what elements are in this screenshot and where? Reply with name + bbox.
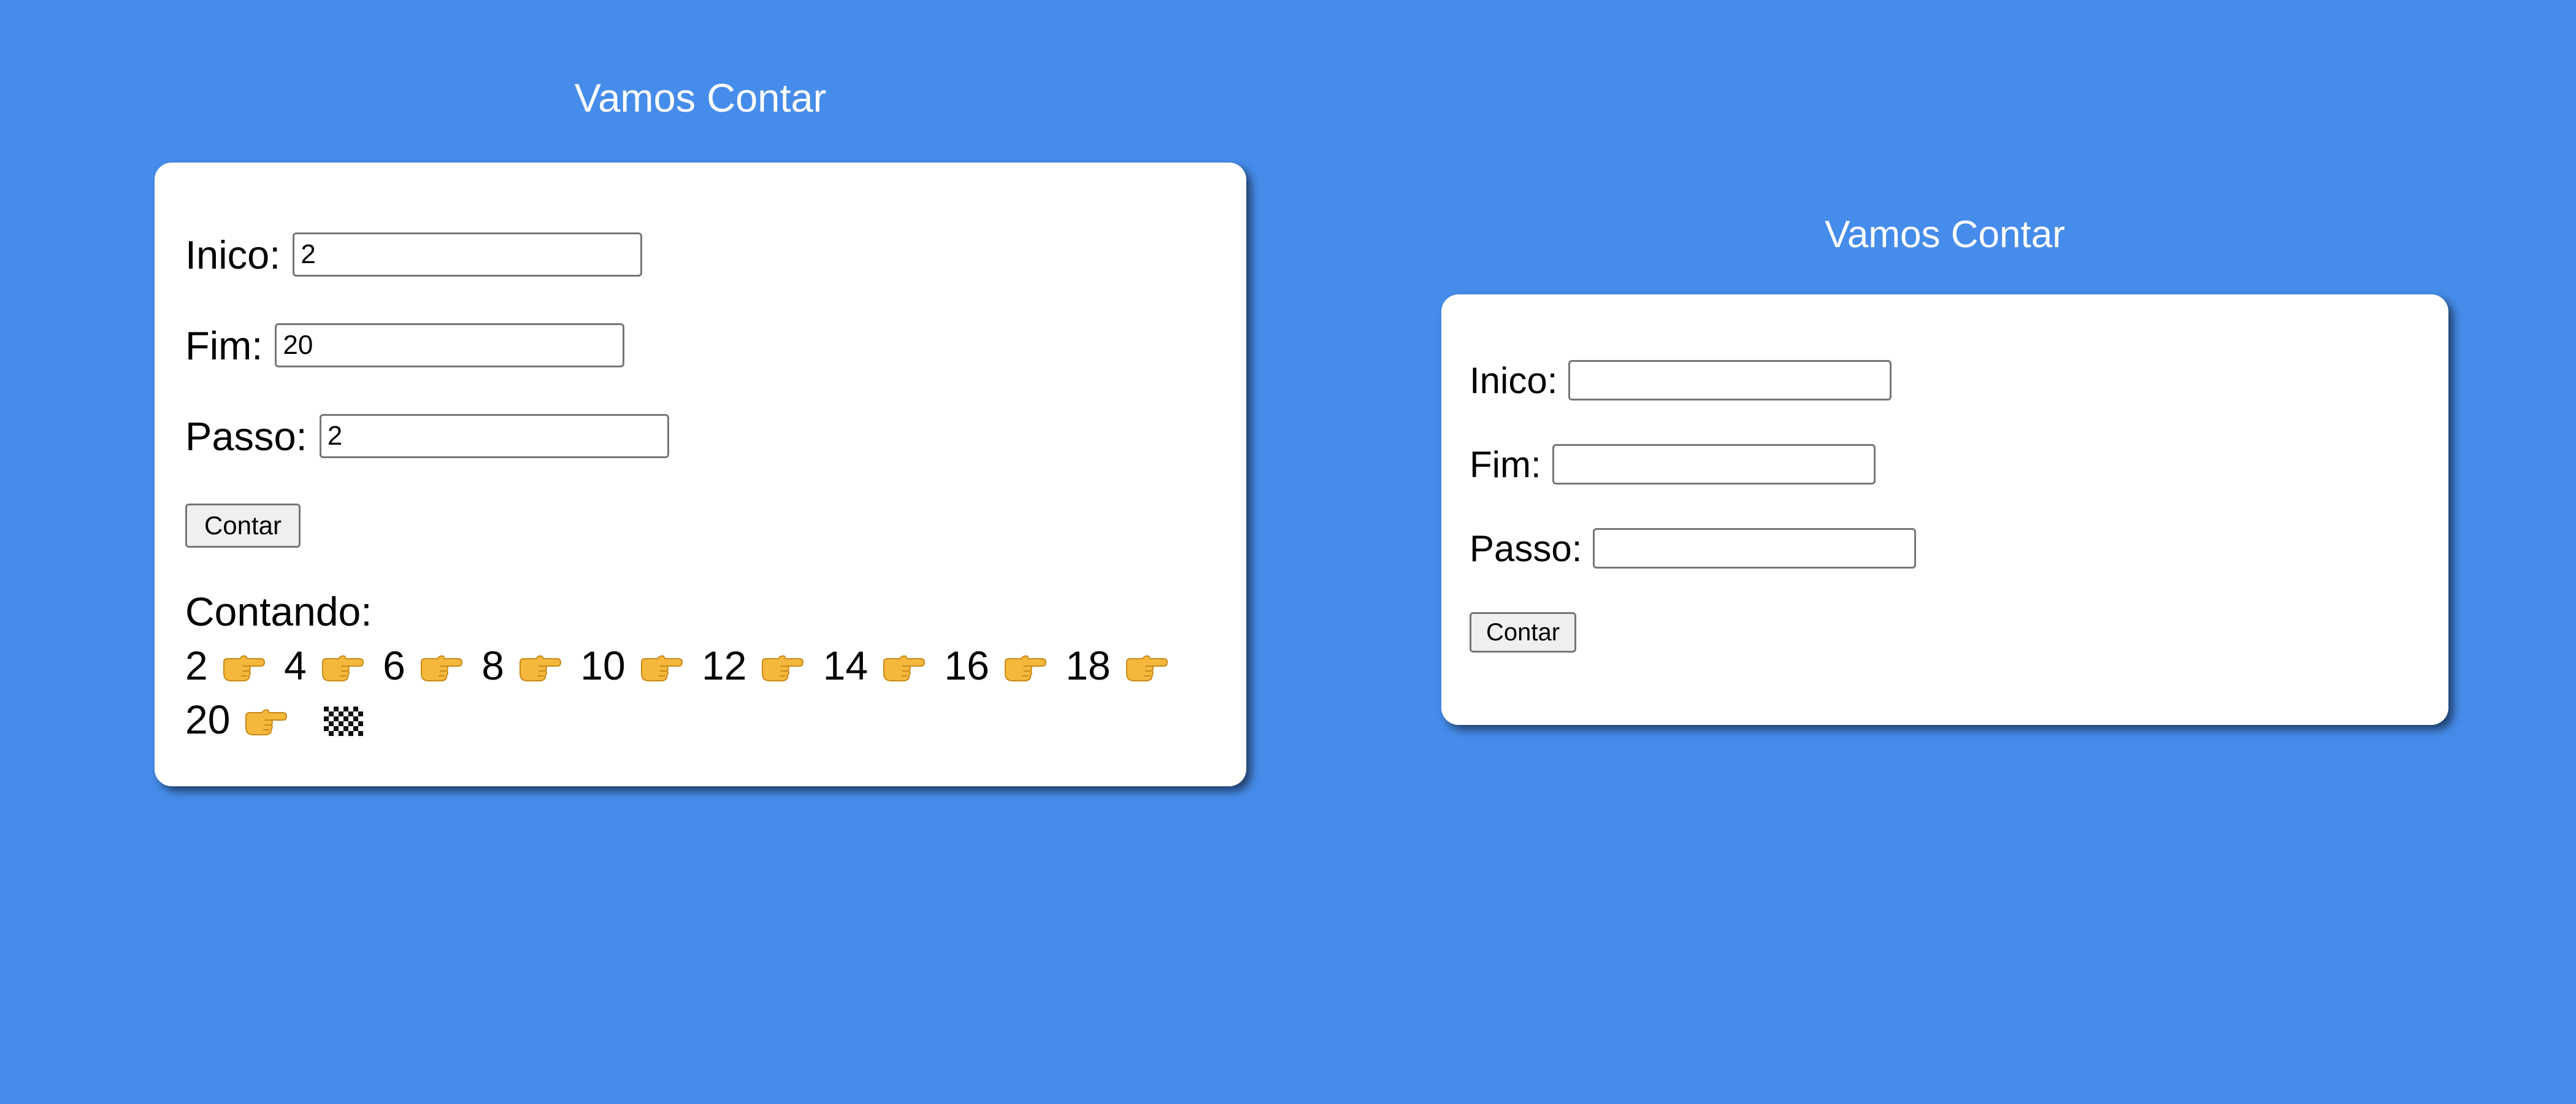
fim-label: Fim:: [1470, 443, 1541, 485]
result-sequence: 2 4 6 8 10 12 14 16 18 20: [185, 638, 1216, 746]
inicio-label: Inico:: [185, 232, 281, 277]
inicio-label: Inico:: [1470, 359, 1558, 401]
count-number: 8: [481, 643, 504, 688]
page: Vamos Contar Inico: Fim: Passo: Contar C…: [0, 0, 2576, 1104]
contar-button[interactable]: Contar: [1470, 612, 1576, 653]
count-number: 2: [185, 643, 208, 688]
fim-input[interactable]: [1552, 444, 1876, 485]
pointing-right-hand-icon: [221, 651, 266, 683]
passo-row: Passo:: [1470, 527, 2420, 570]
count-number: 10: [580, 643, 626, 688]
pointing-right-hand-icon: [1124, 651, 1168, 683]
fim-row: Fim:: [1470, 443, 2420, 486]
pointing-right-hand-icon: [1003, 651, 1047, 683]
fim-row: Fim:: [185, 321, 1216, 370]
count-number: 16: [944, 643, 989, 688]
form-card: Inico: Fim: Passo: Contar: [1441, 294, 2448, 725]
pointing-right-hand-icon: [518, 651, 562, 683]
inicio-row: Inico:: [185, 230, 1216, 279]
count-number: 14: [822, 643, 868, 688]
inicio-input[interactable]: [1568, 360, 1892, 401]
passo-row: Passo:: [185, 412, 1216, 461]
pointing-right-hand-icon: [760, 651, 804, 683]
pointing-right-hand-icon: [881, 651, 926, 683]
result-area: Contando: 2 4 6 8 10 12 14 16 18 20: [185, 585, 1216, 746]
passo-input[interactable]: [319, 414, 669, 458]
count-number: 6: [383, 643, 405, 688]
page-title: Vamos Contar: [574, 75, 827, 120]
passo-label: Passo:: [185, 413, 307, 459]
checkered-flag-icon: [323, 707, 363, 736]
count-number: 18: [1065, 643, 1111, 688]
pointing-right-hand-icon: [639, 651, 683, 683]
page-title: Vamos Contar: [1825, 213, 2065, 256]
form-card: Inico: Fim: Passo: Contar Contando: 2 4 …: [155, 163, 1246, 786]
fim-label: Fim:: [185, 323, 263, 368]
inicio-row: Inico:: [1470, 359, 2420, 402]
pointing-right-hand-icon: [243, 705, 288, 737]
result-title: Contando:: [185, 589, 372, 634]
fim-input[interactable]: [275, 323, 625, 367]
right-panel: Vamos Contar Inico: Fim: Passo: Contar: [1441, 204, 2448, 725]
inicio-input[interactable]: [293, 232, 643, 277]
pointing-right-hand-icon: [320, 651, 364, 683]
contar-button[interactable]: Contar: [185, 504, 301, 548]
passo-label: Passo:: [1470, 527, 1582, 569]
count-number: 20: [185, 697, 231, 742]
left-panel: Vamos Contar Inico: Fim: Passo: Contar C…: [155, 67, 1246, 786]
pointing-right-hand-icon: [419, 651, 463, 683]
count-number: 4: [284, 643, 307, 688]
count-number: 12: [702, 643, 747, 688]
passo-input[interactable]: [1593, 528, 1917, 569]
